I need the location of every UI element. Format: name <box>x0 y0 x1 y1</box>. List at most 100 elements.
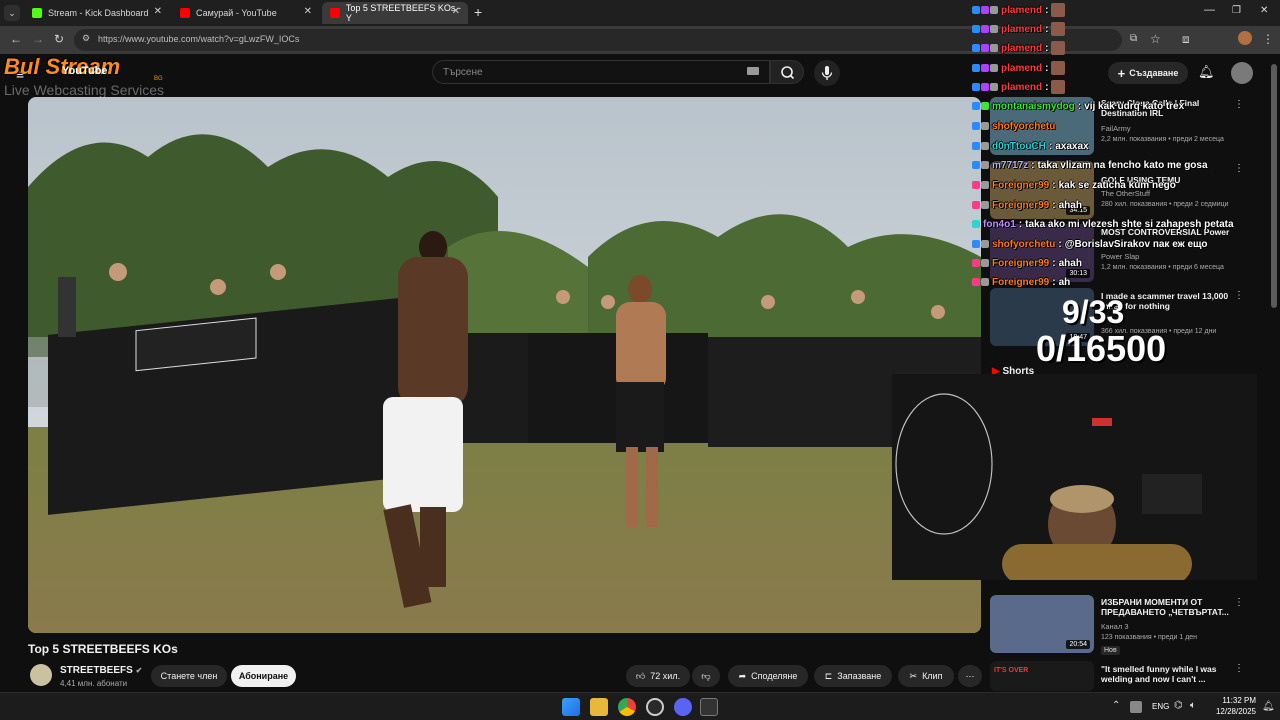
chat-username: plamend <box>1001 4 1043 16</box>
kebab-menu-icon[interactable]: ⋮ <box>1234 99 1244 110</box>
account-avatar[interactable] <box>1231 62 1253 84</box>
kebab-menu-icon[interactable]: ⋮ <box>1262 32 1274 46</box>
chat-text: ahah <box>1058 199 1082 211</box>
tab-label: Самурай - YouTube <box>196 8 277 18</box>
tab-search-button[interactable]: ⌄ <box>4 5 20 21</box>
site-info-icon[interactable]: ⚙ <box>82 33 90 44</box>
recommendation-meta: 123 показвания • преди 1 ден <box>1101 634 1198 641</box>
chat-message: plamend: <box>972 21 1066 37</box>
close-icon[interactable]: ✕ <box>304 6 312 17</box>
maximize-button[interactable]: ❐ <box>1232 5 1241 16</box>
thumbnail-text: IT'S OVER <box>994 667 1029 674</box>
input-language[interactable]: ENG <box>1152 702 1169 711</box>
search-input[interactable]: Търсене <box>432 60 770 84</box>
file-explorer-icon[interactable] <box>590 698 608 716</box>
forward-button[interactable]: → <box>32 32 44 46</box>
chat-text: ah <box>1058 276 1071 288</box>
video-duration: 20:54 <box>1066 640 1090 649</box>
tab-kick-dashboard[interactable]: Stream - Kick Dashboard ✕ <box>24 2 170 24</box>
channel-avatar[interactable] <box>30 664 52 686</box>
install-icon[interactable]: ⧉ <box>1130 33 1137 44</box>
kebab-menu-icon[interactable]: ⋮ <box>1234 663 1244 674</box>
chat-text: taka vlizam na fencho kato me gosa <box>1037 159 1208 171</box>
back-button[interactable]: ← <box>10 32 22 46</box>
chat-text: taka ako mi vlezesh shte si zahapesh pet… <box>1025 218 1234 230</box>
video-thumbnail[interactable]: IT'S OVER <box>990 661 1094 691</box>
browser-tab-strip: ⌄ Stream - Kick Dashboard ✕ Самурай - Yo… <box>0 0 1280 26</box>
dislike-button[interactable]: 👎︎ <box>692 665 720 687</box>
tray-chevron-icon[interactable]: ⌃ <box>1112 700 1120 711</box>
subscribe-button[interactable]: Абониране <box>231 665 296 687</box>
save-button[interactable]: ⊏ Запазване <box>814 665 892 687</box>
recommendation-item[interactable]: IT'S OVER "It smelled funny while I was … <box>990 661 1250 691</box>
start-windows-icon[interactable] <box>562 698 580 716</box>
close-icon[interactable]: ✕ <box>452 6 460 17</box>
page-scrollbar[interactable] <box>1271 64 1277 308</box>
video-thumbnail[interactable]: 20:54 <box>990 595 1094 653</box>
recommendation-channel[interactable]: FailArmy <box>1101 124 1131 133</box>
chat-message: shofyorchetu <box>972 118 1055 134</box>
join-button[interactable]: Станете член <box>151 665 227 687</box>
clip-button[interactable]: ✂ Клип <box>898 665 954 687</box>
like-button[interactable]: 👍︎ 72 хил. <box>626 665 690 687</box>
voice-search-button[interactable] <box>814 60 840 86</box>
chat-badges <box>972 25 998 33</box>
clip-label: Клип <box>922 671 943 681</box>
terminal-icon[interactable] <box>700 698 718 716</box>
keyboard-icon[interactable] <box>747 67 759 75</box>
share-button[interactable]: ➦ Споделяне <box>728 665 808 687</box>
obs-icon[interactable] <box>646 698 664 716</box>
streamer-webcam <box>892 374 1257 580</box>
discord-icon[interactable] <box>674 698 692 716</box>
share-icon: ➦ <box>738 670 747 681</box>
notifications-bell-icon[interactable]: 🔔︎ <box>1198 64 1215 80</box>
notification-icon[interactable]: 🔔︎ <box>1262 701 1275 712</box>
save-label: Запазване <box>837 671 882 681</box>
windows-taskbar: ⌃ ENG ⌬ 🔈︎ 11:32 PM 12/28/2025 🔔︎ <box>0 692 1280 720</box>
recommendation-item[interactable]: 20:54 ИЗБРАНИ МОМЕНТИ ОТ ПРЕДАВАНЕТО „ЧЕ… <box>990 595 1250 665</box>
address-bar[interactable]: ⚙ https://www.youtube.com/watch?v=gLwzFW… <box>74 29 1137 51</box>
profile-avatar[interactable] <box>1238 31 1252 45</box>
video-player[interactable] <box>28 97 981 633</box>
search-button[interactable] <box>770 60 804 84</box>
new-tab-button[interactable]: + <box>474 4 482 20</box>
bookmark-star-icon[interactable]: ☆ <box>1150 32 1161 46</box>
chat-badges <box>972 278 989 286</box>
volume-icon[interactable]: 🔈︎ <box>1190 700 1196 711</box>
bookmark-icon: ⊏ <box>824 670 833 681</box>
network-icon[interactable]: ⌬ <box>1174 700 1183 711</box>
chat-message: fon4o1: taka ako mi vlezesh shte si zahap… <box>972 216 1234 232</box>
reload-button[interactable]: ↻ <box>54 32 64 46</box>
chat-message: shofyorchetu: @BorislavSirakov пак еж ещо <box>972 236 1207 252</box>
chat-username: Foreigner99 <box>992 276 1050 288</box>
extensions-icon[interactable]: ⧈ <box>1182 32 1190 47</box>
channel-name[interactable]: STREETBEEFS ✔ <box>60 665 142 676</box>
window-close-button[interactable]: ✕ <box>1260 5 1268 16</box>
chrome-icon[interactable] <box>618 698 636 716</box>
clock-date[interactable]: 12/28/2025 <box>1208 707 1256 716</box>
kebab-menu-icon[interactable]: ⋮ <box>1234 597 1244 608</box>
kebab-menu-icon[interactable]: ⋮ <box>1234 290 1244 301</box>
chat-message: plamend: <box>972 2 1066 18</box>
tab-streetbeefs[interactable]: Top 5 STREETBEEFS KOs - Y ✕ <box>322 2 468 24</box>
recommendation-title[interactable]: ИЗБРАНИ МОМЕНТИ ОТ ПРЕДАВАНЕТО „ЧЕТВЪРТА… <box>1101 597 1231 617</box>
search-placeholder: Търсене <box>443 67 483 78</box>
recommendation-title[interactable]: "It smelled funny while I was welding an… <box>1101 664 1231 684</box>
browser-toolbar: ← → ↻ ⚙ https://www.youtube.com/watch?v=… <box>0 26 1280 54</box>
more-actions-button[interactable]: ⋯ <box>958 665 982 687</box>
minimize-button[interactable]: — <box>1204 4 1215 16</box>
create-button[interactable]: + Създаване <box>1108 62 1188 84</box>
chat-text: kak se zaticha kum nego <box>1058 179 1176 191</box>
tab-samurai-youtube[interactable]: Самурай - YouTube ✕ <box>172 2 320 24</box>
clock-time[interactable]: 11:32 PM <box>1218 696 1256 705</box>
url-text: https://www.youtube.com/watch?v=gLwzFW_I… <box>98 34 300 44</box>
chat-badges <box>972 201 989 209</box>
chat-message: Foreigner99: ahah <box>972 255 1082 271</box>
recommendation-channel[interactable]: Power Slap <box>1101 252 1139 261</box>
tray-app-icon[interactable] <box>1130 701 1142 713</box>
recommendation-channel[interactable]: Канал 3 <box>1101 622 1128 631</box>
kebab-menu-icon[interactable]: ⋮ <box>1234 163 1244 174</box>
chat-badges <box>972 122 989 130</box>
close-icon[interactable]: ✕ <box>154 6 162 17</box>
chat-message: plamend: <box>972 79 1066 95</box>
